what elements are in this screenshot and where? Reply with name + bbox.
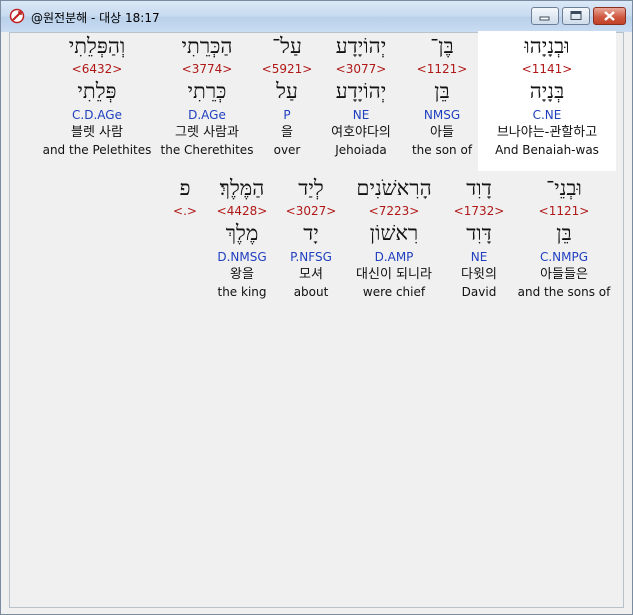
app-window: @원전분해 - 대상 18:17 וּבְנָיָהוּ <1141> בְּנ… — [0, 0, 633, 615]
korean-gloss: 왕을 — [230, 267, 254, 282]
english-gloss: over — [273, 143, 301, 157]
hebrew-lemma: עַל — [276, 79, 298, 103]
strong-number[interactable]: <6432> — [40, 61, 154, 77]
hebrew-word: דָוִד — [466, 176, 492, 200]
interlinear-pane[interactable]: וּבְנָיָהוּ <1141> בְּנָיָה C.NE 브나야는-관할… — [9, 31, 624, 608]
title-bar[interactable]: @원전분해 - 대상 18:17 — [1, 1, 632, 32]
hebrew-lemma: כְּרֵתִי — [187, 79, 227, 103]
hebrew-lemma: בְּנָיָה — [529, 79, 565, 103]
maximize-button[interactable] — [562, 7, 590, 25]
hebrew-lemma: פְּלֵתִי — [77, 79, 117, 103]
korean-gloss: 아들들은 — [540, 267, 588, 282]
morphology-code: P — [283, 108, 291, 122]
maximize-icon — [570, 11, 582, 20]
hebrew-word: הַמֶּלֶךְ׃ — [219, 176, 265, 200]
hebrew-word: עַל־ — [272, 34, 302, 58]
morphology-code: D.AGe — [188, 108, 226, 122]
morphology-code: C.NMPG — [539, 250, 589, 264]
hebrew-lemma: רִאשׁוֹן — [369, 221, 419, 245]
korean-gloss: 아들 — [430, 125, 454, 140]
korean-gloss: 대신이 되니라 — [356, 267, 432, 282]
word-david[interactable]: דָוִד <1732> דָּוִד NE 다윗의 David — [446, 173, 512, 313]
hebrew-lemma: מֶלֶךְ — [225, 221, 259, 245]
hebrew-word: פ — [179, 176, 191, 200]
hebrew-lemma: יְהוֹיָדָע — [335, 79, 387, 103]
english-gloss: and the sons of — [517, 285, 611, 299]
word-benaiah[interactable]: וּבְנָיָהוּ <1141> בְּנָיָה C.NE 브나야는-관할… — [478, 31, 616, 171]
english-gloss: the son of — [411, 143, 473, 157]
english-gloss: the king — [217, 285, 267, 299]
word-chief[interactable]: הָרִאשֹׁנִים <7223> רִאשׁוֹן D.AMP 대신이 되… — [344, 173, 444, 313]
strong-number[interactable]: <7223> — [344, 203, 444, 219]
korean-gloss: 을 — [281, 125, 293, 140]
strong-number[interactable]: <.> — [170, 203, 200, 219]
strong-number[interactable]: <3027> — [282, 203, 340, 219]
morphology-code: C.D.AGe — [72, 108, 122, 122]
strong-number[interactable]: <1121> — [408, 61, 476, 77]
korean-gloss: 브나야는-관할하고 — [496, 125, 598, 140]
word-leyad[interactable]: לְיַד <3027> יָד P.NFSG 모셔 about — [282, 173, 340, 313]
strong-number[interactable]: <1121> — [514, 203, 614, 219]
hebrew-word: וּבְנֵי־ — [546, 176, 582, 200]
morphology-code: D.NMSG — [217, 250, 267, 264]
morphology-code: NMSG — [423, 108, 461, 122]
minimize-button[interactable] — [531, 7, 559, 25]
close-icon — [604, 11, 615, 21]
strong-number[interactable]: <1732> — [446, 203, 512, 219]
strong-number[interactable]: <3774> — [158, 61, 256, 77]
korean-gloss: 그렛 사람과 — [175, 125, 239, 140]
hebrew-word: יְהוֹיָדָע — [335, 34, 387, 58]
strong-number[interactable]: <5921> — [260, 61, 314, 77]
word-al[interactable]: עַל־ <5921> עַל P 을 over — [260, 31, 314, 171]
hebrew-word: וְהַפְּלֵתִי — [68, 34, 126, 58]
english-gloss: And Benaiah-was — [495, 143, 599, 157]
word-sons[interactable]: וּבְנֵי־ <1121> בֵּן C.NMPG 아들들은 and the… — [514, 173, 614, 313]
hebrew-lemma: יָד — [303, 221, 319, 245]
word-petucha-marker[interactable]: פ <.> — [170, 173, 200, 313]
korean-gloss: 다윗의 — [461, 267, 497, 282]
strong-number[interactable]: <3077> — [318, 61, 404, 77]
hebrew-word: וּבְנָיָהוּ — [524, 34, 570, 58]
hebrew-word: בֶּן־ — [430, 34, 454, 58]
bible-app-icon — [9, 8, 25, 24]
strong-number[interactable]: <1141> — [478, 61, 616, 77]
minimize-icon — [539, 16, 550, 21]
morphology-code: NE — [470, 250, 488, 264]
korean-gloss: 블렛 사람 — [71, 125, 123, 140]
hebrew-word: הַכְּרֵתִי — [181, 34, 233, 58]
morphology-code: P.NFSG — [290, 250, 332, 264]
hebrew-word: הָרִאשֹׁנִים — [356, 176, 432, 200]
word-pelethites[interactable]: וְהַפְּלֵתִי <6432> פְּלֵתִי C.D.AGe 블렛 … — [40, 31, 154, 171]
korean-gloss: 여호야다의 — [331, 125, 391, 140]
close-button[interactable] — [593, 7, 626, 25]
hebrew-lemma: דָּוִד — [466, 221, 492, 245]
hebrew-word: לְיַד — [298, 176, 324, 200]
morphology-code: NE — [352, 108, 370, 122]
english-gloss: about — [293, 285, 329, 299]
english-gloss: were chief — [362, 285, 426, 299]
strong-number[interactable]: <4428> — [208, 203, 276, 219]
window-title: @원전분해 - 대상 18:17 — [31, 11, 160, 25]
morphology-code: D.AMP — [374, 250, 414, 264]
english-gloss: the Cherethites — [160, 143, 254, 157]
morphology-code: C.NE — [532, 108, 562, 122]
hebrew-lemma: בֵּן — [556, 221, 572, 245]
english-gloss: and the Pelethites — [42, 143, 152, 157]
word-king[interactable]: הַמֶּלֶךְ׃ <4428> מֶלֶךְ D.NMSG 왕을 the k… — [208, 173, 276, 313]
english-gloss: David — [461, 285, 497, 299]
korean-gloss: 모셔 — [299, 267, 323, 282]
word-ben[interactable]: בֶּן־ <1121> בֵּן NMSG 아들 the son of — [408, 31, 476, 171]
word-jehoiada[interactable]: יְהוֹיָדָע <3077> יְהוֹיָדָע NE 여호야다의 Je… — [318, 31, 404, 171]
word-cherethites[interactable]: הַכְּרֵתִי <3774> כְּרֵתִי D.AGe 그렛 사람과 … — [158, 31, 256, 171]
english-gloss: Jehoiada — [335, 143, 387, 157]
hebrew-lemma: בֵּן — [434, 79, 450, 103]
